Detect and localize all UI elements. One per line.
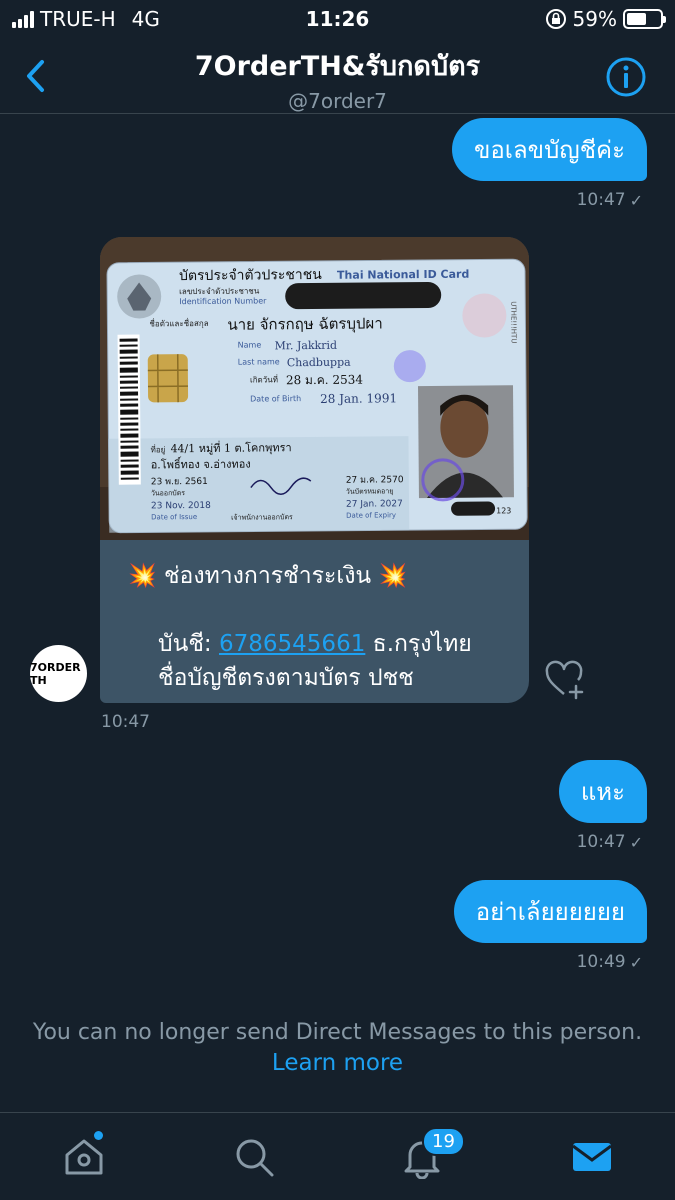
id-serial: 123 xyxy=(496,506,511,515)
outgoing-message[interactable]: แหะ xyxy=(558,760,647,823)
account-label: บันชี: xyxy=(158,631,219,657)
chip xyxy=(147,354,189,403)
status-right: 59% xyxy=(545,7,666,31)
message-time: 10:49 xyxy=(576,952,626,972)
dob-th-label: เกิดวันที่ xyxy=(250,373,278,384)
officer-label: เจ้าพนักงานออกบัตร xyxy=(231,513,293,522)
bank-name: ธ.กรุงไทย xyxy=(365,631,472,657)
account-number-link[interactable]: 6786545661 xyxy=(219,631,365,657)
search-icon[interactable] xyxy=(232,1135,276,1179)
name-th: นาย จักรกฤษ ฉัตรบุปผา xyxy=(227,314,382,334)
address-line-1: 44/1 หมู่ที่ 1 ต.โคกพุทรา xyxy=(170,439,291,455)
id-label-en: Identification Number xyxy=(179,296,267,306)
battery-icon xyxy=(623,9,666,29)
conversation-header: 7OrderTH&รับกดบัตร @7order7 xyxy=(0,38,675,114)
conversation-handle: @7order7 xyxy=(288,89,387,113)
home-icon[interactable] xyxy=(62,1135,106,1179)
conversation-title: 7OrderTH&รับกดบัตร xyxy=(194,51,481,82)
message-time: 10:47 xyxy=(576,832,626,852)
dm-disabled-notice: You can no longer send Direct Messages t… xyxy=(0,1018,675,1078)
sent-check-icon: ✓ xyxy=(629,190,643,210)
sent-check-icon: ✓ xyxy=(629,952,643,972)
learn-more-link[interactable]: Learn more xyxy=(0,1048,675,1078)
heart-add-icon[interactable] xyxy=(544,660,586,700)
name-en-label: Name xyxy=(238,340,262,349)
info-icon[interactable] xyxy=(605,56,647,98)
id-heading-en: Thai National ID Card xyxy=(337,268,469,282)
issue-label-en: Date of Issue xyxy=(151,513,197,521)
bottom-tab-bar: 19 xyxy=(0,1112,675,1200)
expiry-date-th: 27 ม.ค. 2570 xyxy=(346,475,404,486)
address-line-2: อ.โพธิ์ทอง จ.อ่างทอง xyxy=(151,456,251,472)
id-card-photo[interactable]: บัตรประจำตัวประชาชน Thai National ID Car… xyxy=(100,237,529,540)
rotation-lock-icon xyxy=(545,9,566,29)
battery-percent: 59% xyxy=(572,7,617,31)
expiry-label-th: วันบัตรหมดอายุ xyxy=(346,487,394,495)
account-line: บันชี: 6786545661 ธ.กรุงไทย xyxy=(128,627,472,661)
name-en: Mr. Jakkrid xyxy=(275,339,338,353)
message-timestamp: 10:49 ✓ xyxy=(577,952,643,972)
issue-date-th: 23 พ.ย. 2561 xyxy=(151,477,208,487)
message-timestamp: 10:47 ✓ xyxy=(577,190,643,210)
home-new-dot xyxy=(94,1131,103,1140)
outgoing-message[interactable]: ขอเลขบัญชีค่ะ xyxy=(451,118,647,181)
barcode xyxy=(117,334,141,485)
incoming-message-card[interactable]: บัตรประจำตัวประชาชน Thai National ID Car… xyxy=(100,237,529,703)
outgoing-message[interactable]: อย่าเล้ยยยยยย xyxy=(453,880,647,943)
message-timestamp: 10:47 ✓ xyxy=(577,832,643,852)
lastname-en: Chadbuppa xyxy=(287,356,351,370)
status-bar: TRUE-H 4G 11:26 59% xyxy=(0,0,675,38)
notice-text: You can no longer send Direct Messages t… xyxy=(32,1020,643,1045)
header-title-block[interactable]: 7OrderTH&รับกดบัตร @7order7 xyxy=(0,44,675,113)
dob-th: 28 ม.ค. 2534 xyxy=(286,373,363,388)
expiry-date-en: 27 Jan. 2027 xyxy=(346,499,403,509)
account-name-line: ชื่อบัญชีตรงตามบัตร ปชช xyxy=(158,665,414,691)
issue-label-th: วันออกบัตร xyxy=(151,489,185,497)
notifications-badge: 19 xyxy=(422,1127,465,1156)
payment-heading: 💥 ช่องทางการชำระเงิน 💥 xyxy=(128,563,408,589)
dob-en: 28 Jan. 1991 xyxy=(320,391,397,406)
mail-icon[interactable] xyxy=(570,1135,614,1179)
card-caption: 💥 ช่องทางการชำระเงิน 💥 บันชี: 6786545661… xyxy=(128,559,472,695)
sent-check-icon: ✓ xyxy=(629,832,643,852)
name-label: ชื่อตัวและชื่อสกุล xyxy=(149,317,208,329)
lastname-label: Last name xyxy=(238,357,280,366)
id-heading-th: บัตรประจำตัวประชาชน xyxy=(179,267,322,284)
expiry-label-en: Date of Expiry xyxy=(346,511,396,519)
dob-en-label: Date of Birth xyxy=(250,394,301,403)
message-time: 10:47 xyxy=(576,190,626,210)
issue-date-en: 23 Nov. 2018 xyxy=(151,501,211,512)
avatar[interactable]: 7ORDER TH xyxy=(30,645,87,702)
redaction-bar xyxy=(285,281,442,310)
id-side-text: UTHE!!!HTU xyxy=(509,301,517,343)
id-label-th: เลขประจำตัวประชาชน xyxy=(179,286,260,296)
address-label: ที่อยู่ xyxy=(150,443,165,455)
message-time: 10:47 xyxy=(101,712,150,732)
